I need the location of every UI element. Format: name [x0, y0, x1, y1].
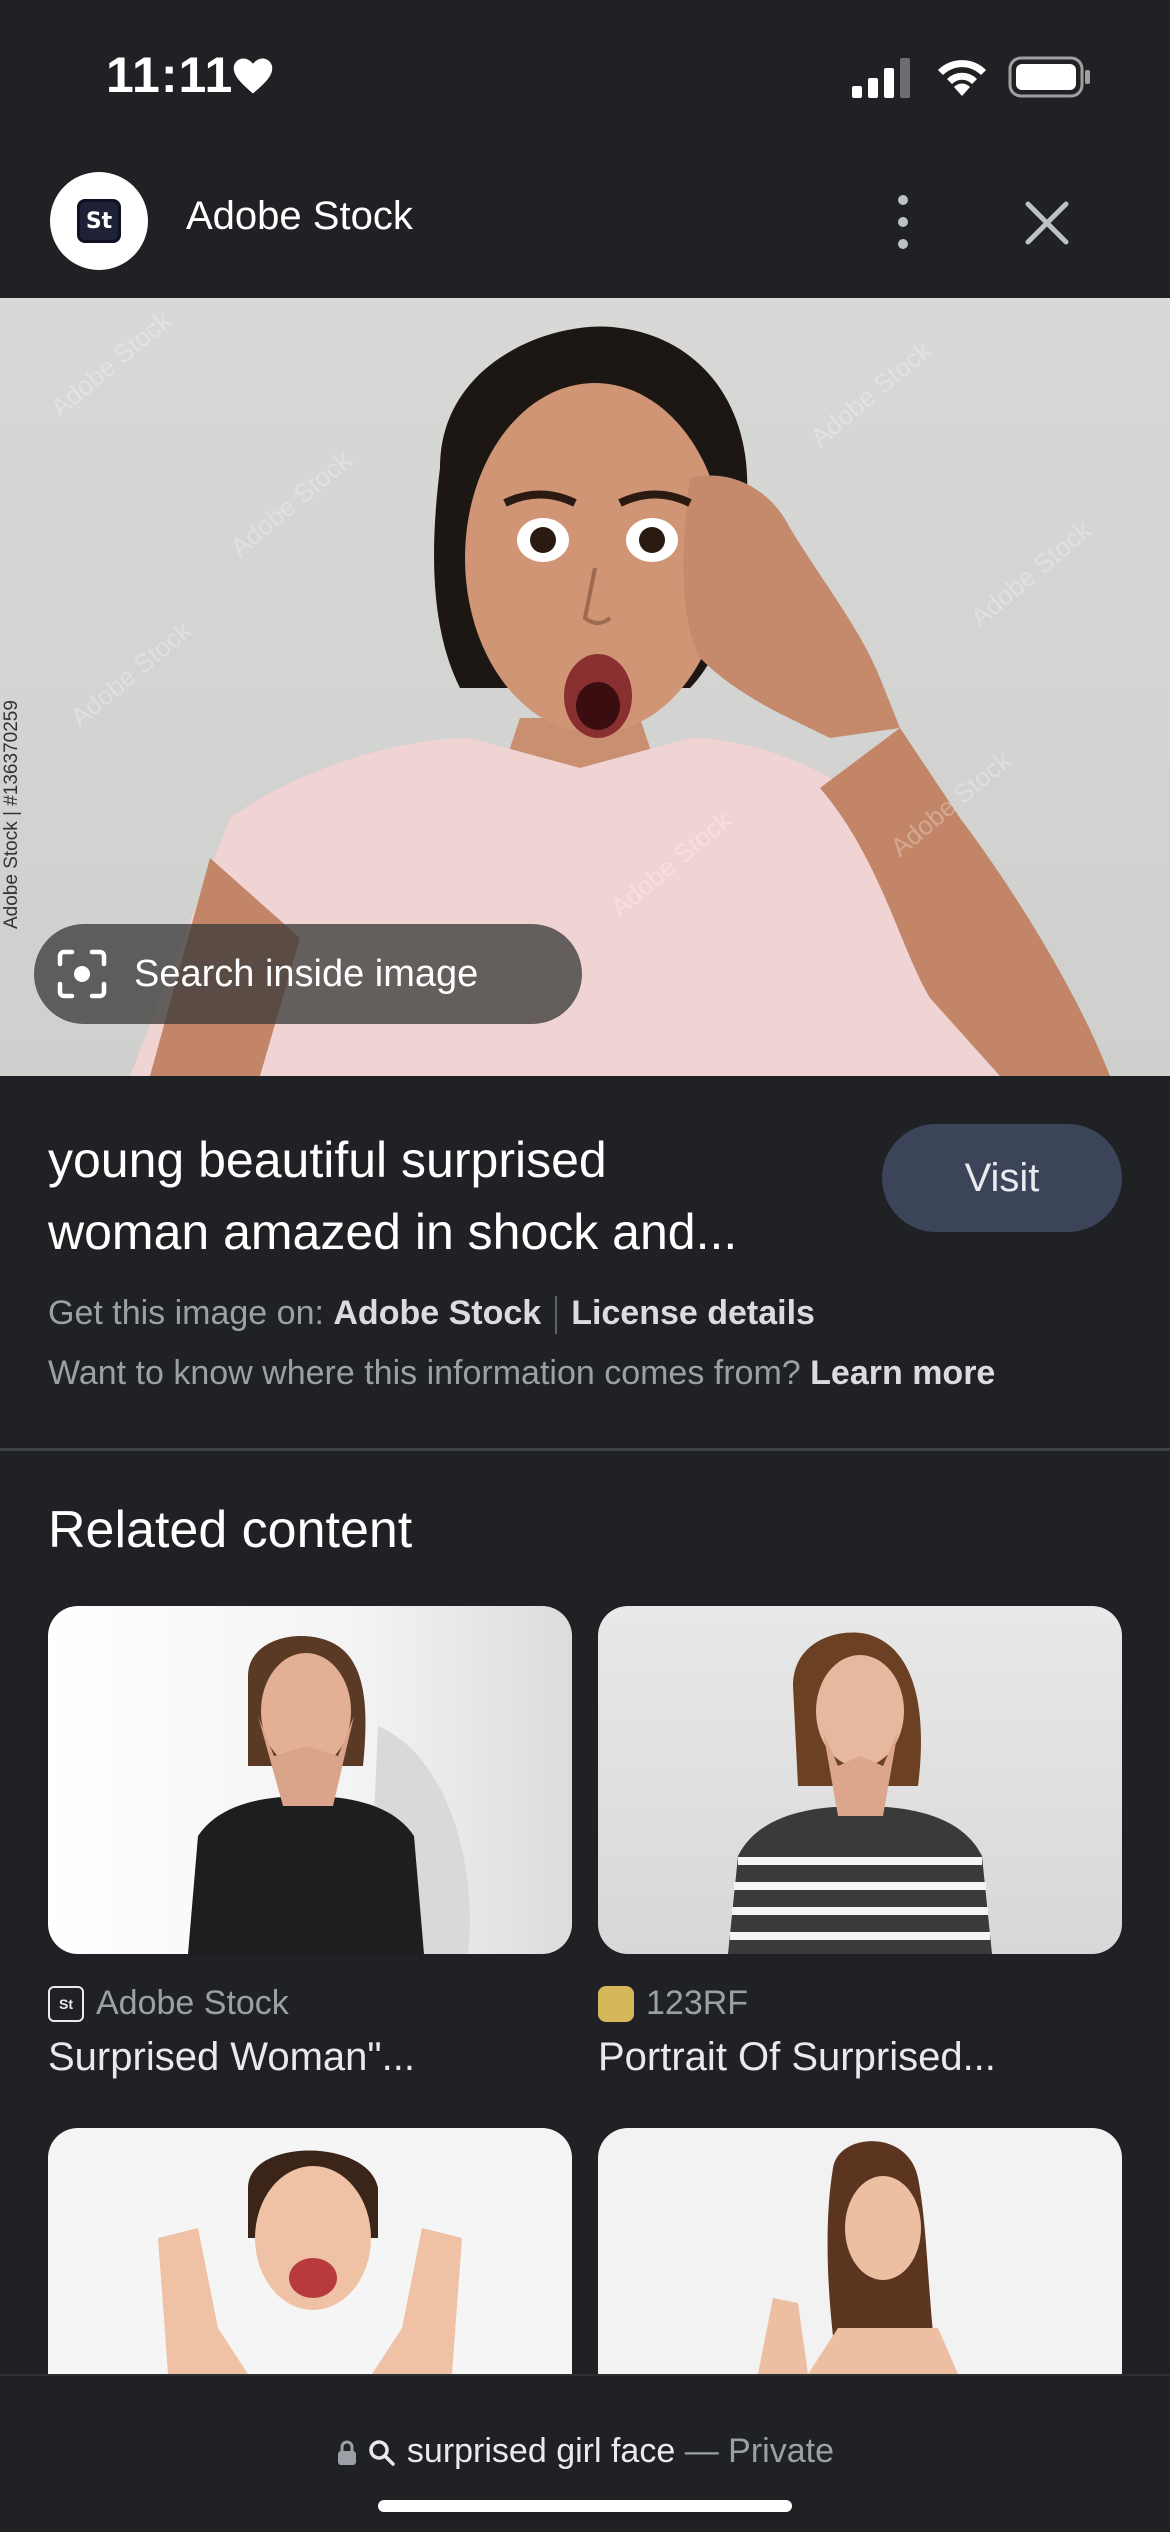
search-inside-image-label: Search inside image [134, 952, 479, 995]
related-card[interactable]: 123RF Portrait Of Surprised... [598, 1606, 1122, 2080]
related-card[interactable] [48, 2128, 572, 2374]
related-thumbnail [48, 1606, 572, 1954]
address-line[interactable]: surprised girl face — Private [0, 2432, 1170, 2471]
related-card-source-label: 123RF [646, 1984, 749, 2022]
main-image[interactable]: Adobe Stock Adobe Stock Adobe Stock Adob… [0, 298, 1170, 1076]
license-details-link[interactable]: License details [571, 1294, 815, 1332]
related-thumbnail [598, 2128, 1122, 2374]
related-card[interactable]: St Adobe Stock Surprised Woman"... [48, 1606, 572, 2080]
related-card-source: 123RF [598, 1984, 1122, 2023]
source-title[interactable]: Adobe Stock [186, 194, 413, 239]
search-inside-image-button[interactable]: Search inside image [34, 924, 582, 1024]
info-question: Want to know where this information come… [48, 1354, 801, 1392]
svg-text:Adobe Stock: Adobe Stock [65, 614, 198, 732]
search-icon [369, 2440, 396, 2466]
learn-more-link[interactable]: Learn more [810, 1354, 995, 1392]
result-title-line1: young beautiful surprised [48, 1132, 607, 1188]
svg-text:Adobe Stock: Adobe Stock [805, 334, 938, 452]
query-separator: — [684, 2432, 719, 2470]
related-card-title: Surprised Woman"... [48, 2035, 415, 2079]
heart-icon [233, 58, 273, 94]
info-line: Want to know where this information come… [48, 1354, 995, 1393]
search-query: surprised girl face [406, 2432, 676, 2470]
source-line: Get this image on: Adobe Stock License de… [48, 1294, 815, 1335]
result-title-line2: woman amazed in shock and... [48, 1204, 738, 1260]
related-content-heading: Related content [48, 1501, 413, 1559]
bottom-address-bar[interactable]: surprised girl face — Private [0, 2374, 1170, 2532]
related-thumbnail [48, 2128, 572, 2374]
private-mode-label: Private [728, 2432, 834, 2470]
wifi-icon [938, 60, 986, 96]
related-card-source-label: Adobe Stock [96, 1984, 289, 2022]
adobe-stock-icon: St [48, 1985, 84, 2022]
related-card-source: St Adobe Stock [48, 1984, 572, 2023]
get-image-source-link[interactable]: Adobe Stock [333, 1294, 541, 1332]
logo-text: St [77, 199, 121, 243]
image-id-watermark: Adobe Stock | #136370259 [1, 700, 22, 929]
result-title: young beautiful surprised woman amazed i… [48, 1124, 848, 1268]
divider [0, 1448, 1170, 1451]
svg-text:Adobe Stock: Adobe Stock [45, 304, 178, 422]
visit-button[interactable]: Visit [882, 1124, 1122, 1232]
related-card[interactable] [598, 2128, 1122, 2374]
lock-icon [338, 2440, 356, 2466]
battery-icon [1008, 56, 1090, 98]
lens-icon [57, 949, 107, 999]
get-image-prefix: Get this image on: [48, 1294, 324, 1332]
related-card-title: Portrait Of Surprised... [598, 2035, 996, 2079]
related-thumbnail [598, 1606, 1122, 1954]
adobe-stock-logo[interactable]: St [50, 172, 148, 270]
home-indicator[interactable] [378, 2500, 792, 2512]
cellular-signal-icon [852, 58, 910, 98]
separator [555, 1296, 558, 1335]
source-header: St Adobe Stock [0, 150, 1170, 298]
svg-text:Adobe Stock: Adobe Stock [965, 514, 1098, 632]
status-time: 11:11 [106, 47, 234, 103]
close-icon[interactable] [1022, 198, 1072, 248]
123rf-icon [598, 1985, 634, 2022]
status-bar: 11:11 [0, 0, 1170, 150]
more-options-icon[interactable] [890, 194, 916, 250]
svg-text:Adobe Stock: Adobe Stock [225, 444, 358, 562]
